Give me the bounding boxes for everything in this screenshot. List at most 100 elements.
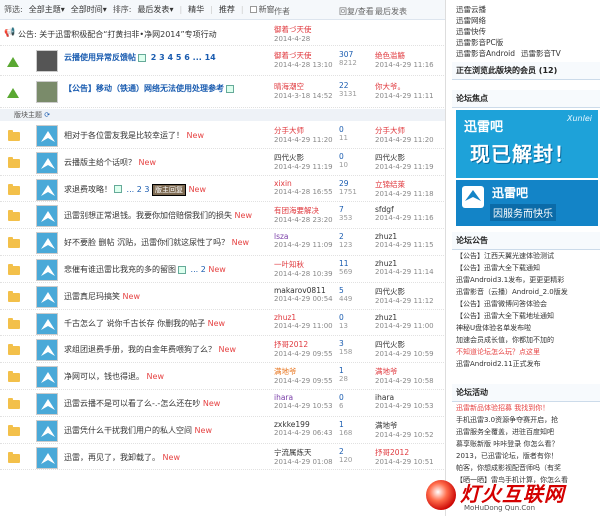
thread-author[interactable]: 有团海要解决 [274,205,336,216]
thread-author[interactable]: 一叶知秋 [274,259,336,270]
last-post-user[interactable]: 绝色滥觞 [375,50,445,61]
last-post-date[interactable]: 2014-4-29 11:19 [375,163,445,171]
unban-banner[interactable]: 迅雷吧 Xunlei 现已解封！ [456,110,598,178]
last-post-date[interactable]: 2014-4-29 11:16 [375,214,445,222]
activity-item[interactable]: 帕客，你想成影视配音师吗（有奖 [452,462,600,474]
thread-author[interactable]: 分手大师 [274,125,336,136]
thread-title[interactable]: 迅雷凭什么干扰我们用户的私人空间 New [64,425,212,436]
avatar[interactable] [36,50,58,72]
activity-item[interactable]: 慕享账新版 咔咔登录 你怎么看？ [452,438,600,450]
avatar[interactable] [36,232,58,255]
avatar[interactable] [36,178,58,201]
page-links[interactable]: ... 2 3 [124,185,150,194]
avatar[interactable] [36,366,58,389]
last-post-user[interactable]: zhuz1 [375,313,445,322]
last-post-user[interactable]: 立锦结萊 [375,179,445,190]
last-post-date[interactable]: 2014-4-29 11:00 [375,322,445,330]
sidebar-link[interactable]: 迅雷网络 [456,15,600,26]
sidebar-link[interactable]: 迅雷云播 [456,4,600,15]
refresh-icon[interactable]: ⟳ [44,111,50,119]
thread-title[interactable]: 求组团退费手册，我的白金年费喂狗了么？ New [64,344,236,355]
service-banner[interactable]: 迅雷吧 因服务而快乐 [456,180,598,226]
thread-author[interactable]: 满地爷 [274,366,336,377]
thread-title[interactable]: 迅雷真尼玛搞笑 New [64,291,140,302]
avatar[interactable] [36,312,58,335]
last-post-date[interactable]: 2014-4-29 11:14 [375,268,445,276]
last-post-user[interactable]: zhuz1 [375,259,445,268]
notice-item[interactable]: 【公告】迅雷微博问答体验会 [452,298,600,310]
avatar[interactable] [36,285,58,308]
filter-digest[interactable]: 精华 [188,4,204,15]
thread-title[interactable]: 迅雷，再见了，我卸载了。 New [64,452,180,463]
thread-title[interactable]: 云播版主给个话呗？ New [64,157,156,168]
avatar[interactable] [36,393,58,415]
last-post-user[interactable]: 抒哥2012 [375,447,445,458]
last-post-user[interactable]: 四代火影 [375,286,445,297]
thread-title[interactable]: 【公告】移动（铁通）网络无法使用处理参考 [64,83,236,94]
last-post-user[interactable]: ihara [375,393,445,402]
last-post-date[interactable]: 2014-4-29 10:52 [375,431,445,439]
avatar[interactable] [36,446,58,469]
avatar[interactable] [36,339,58,362]
sort-last-post[interactable]: 最后发表▾ [137,4,173,15]
new-window-checkbox[interactable]: 新窗 [249,4,275,15]
notice-item[interactable]: 迅雷Android2.11正式发布 [452,358,600,370]
last-post-user[interactable]: 分手大师 [375,125,445,136]
thread-author[interactable]: makarov0811 [274,286,336,295]
last-post-date[interactable]: 2014-4-29 11:15 [375,241,445,249]
last-post-user[interactable]: sfdgf [375,205,445,214]
last-post-date[interactable]: 2014-4-29 11:11 [375,92,445,100]
last-post-user[interactable]: 满地爷 [375,366,445,377]
sidebar-link[interactable]: 迅雷快传 [456,26,600,37]
sidebar-link[interactable]: 迅雷影音Android [456,48,515,59]
last-post-user[interactable]: 四代火影 [375,152,445,163]
thread-author[interactable]: 御着づ天使 [274,50,336,61]
activity-item[interactable]: 手机迅雷3.0资源争夺赛开启，抢 [452,414,600,426]
sidebar-link[interactable]: 迅雷影音TV [521,48,561,59]
avatar[interactable] [36,81,58,103]
notice-item[interactable]: 不知道论坛怎么玩？点这里 [452,346,600,358]
last-post-date[interactable]: 2014-4-29 11:16 [375,61,445,69]
last-post-date[interactable]: 2014-4-29 10:59 [375,350,445,358]
avatar[interactable] [36,125,58,147]
thread-title[interactable]: 好不要脸 删帖 沉贴，迅雷你们就这尿性了吗？ New [64,237,249,248]
thread-author[interactable]: 抒哥2012 [274,339,336,350]
notice-item[interactable]: 【公告】迅雷大全下载通知 [452,262,600,274]
thread-author[interactable]: lsza [274,232,336,241]
announcement-link[interactable]: 公告: 关于迅雷积极配合“打黄扫非•净网2014”专项行动 [18,29,217,40]
notice-item[interactable]: 迅雷Android3.1发布，更更更精彩 [452,274,600,286]
thread-author[interactable]: xixin [274,179,336,188]
sidebar-link[interactable]: 迅雷影音PC版 [456,37,600,48]
avatar[interactable] [36,259,58,281]
notice-item[interactable]: 【公告】江西天翼光速体验测试 [452,250,600,262]
avatar[interactable] [36,151,58,174]
filter-recommend[interactable]: 推荐 [219,4,235,15]
page-links[interactable]: 2 3 4 5 6 ... 14 [148,53,216,62]
checkbox-icon[interactable] [249,6,257,13]
activity-item[interactable]: 迅雷新品体验招募 我找到你！ [452,402,600,414]
avatar[interactable] [36,205,58,228]
thread-author[interactable]: ihara [274,393,336,402]
last-post-user[interactable]: 四代火影 [375,339,445,350]
last-post-date[interactable]: 2014-4-29 10:51 [375,458,445,466]
avatar[interactable] [36,419,58,442]
last-post-date[interactable]: 2014-4-29 11:12 [375,297,445,305]
thread-title[interactable]: 净网可以，钱也得退。 New [64,371,164,382]
thread-author[interactable]: 四代火影 [274,152,336,163]
last-post-date[interactable]: 2014-4-29 11:18 [375,190,445,198]
thread-title[interactable]: 千古怎么了 说你千古长存 你删我的帖子 New [64,318,225,329]
notice-item[interactable]: 迅雷影音（云播）Android_2.0版发 [452,286,600,298]
thread-author[interactable]: zhuz1 [274,313,336,322]
thread-author[interactable]: zxkke199 [274,420,336,429]
last-post-user[interactable]: 你大爷。 [375,81,445,92]
activity-item[interactable]: 2013，已迅雷论坛，版者有你！ [452,450,600,462]
filter-all-time[interactable]: 全部时间▾ [71,4,107,15]
thread-author[interactable]: 宁流属炼天 [274,447,336,458]
thread-title[interactable]: 迅雷云播不是可以看了么-.-怎么还在吵 New [64,398,220,409]
thread-title[interactable]: 悲催有谁迅雷比我充的多的留图 ... 2 New [64,264,226,275]
thread-title[interactable]: 求退费攻略！ ... 2 3 版主回复 New [64,183,206,196]
last-post-user[interactable]: zhuz1 [375,232,445,241]
filter-all-topics[interactable]: 全部主题▾ [29,4,65,15]
announcement-author[interactable]: 御着づ天使 [274,24,336,35]
thread-title[interactable]: 云播使用异常反馈帖 2 3 4 5 6 ... 14 [64,52,216,63]
